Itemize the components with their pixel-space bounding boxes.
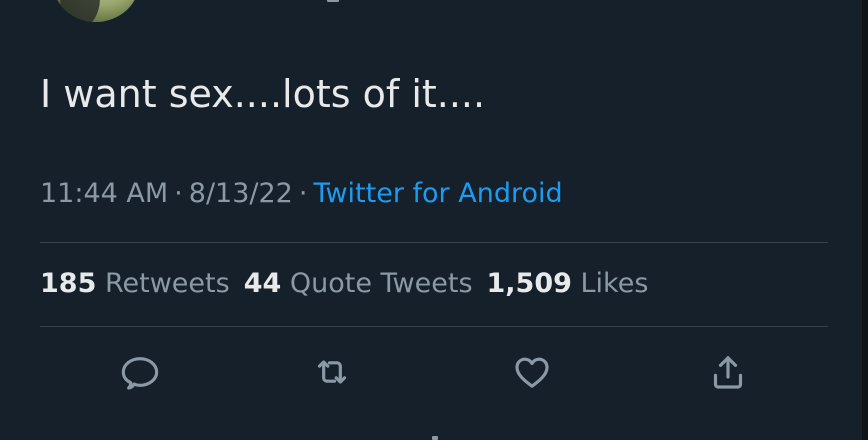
next-item-fragment [432,436,438,440]
divider [40,326,828,327]
quote-tweets-stat[interactable]: 44 Quote Tweets [244,268,473,299]
share-button[interactable] [704,348,752,396]
avatar[interactable] [52,0,140,22]
tweet-stats: 185 Retweets 44 Quote Tweets 1,509 Likes [40,268,648,299]
heart-icon [515,357,549,388]
share-icon [713,356,743,389]
reply-icon [121,357,159,390]
divider [40,242,828,243]
meta-separator: · [174,178,183,209]
retweet-icon [317,360,347,384]
retweets-label: Retweets [104,268,230,299]
tweet-time[interactable]: 11:44 AM [40,178,168,209]
reply-button[interactable] [116,348,164,396]
retweets-stat[interactable]: 185 Retweets [40,268,230,299]
quote-tweets-label: Quote Tweets [289,268,473,299]
scrollbar-track[interactable] [862,0,868,440]
tweet-actions [0,348,868,400]
avatar-photo [60,0,100,22]
meta-separator: · [298,178,308,209]
username-fragment [327,0,339,2]
tweet-text: I want sex....lots of it.... [40,72,486,116]
tweet-date[interactable]: 8/13/22 [189,178,293,209]
quote-tweets-count: 44 [243,268,282,299]
like-button[interactable] [508,348,556,396]
tweet-source-link[interactable]: Twitter for Android [313,178,562,209]
retweet-button[interactable] [308,348,356,396]
tweet-detail-screen: I want sex....lots of it.... 11:44 AM · 8/… [0,0,868,440]
tweet-meta: 11:44 AM · 8/13/22 · Twitter for Android [40,178,563,209]
retweets-count: 185 [40,268,97,299]
likes-stat[interactable]: 1,509 Likes [487,268,649,299]
likes-count: 1,509 [486,268,572,299]
likes-label: Likes [580,268,649,299]
